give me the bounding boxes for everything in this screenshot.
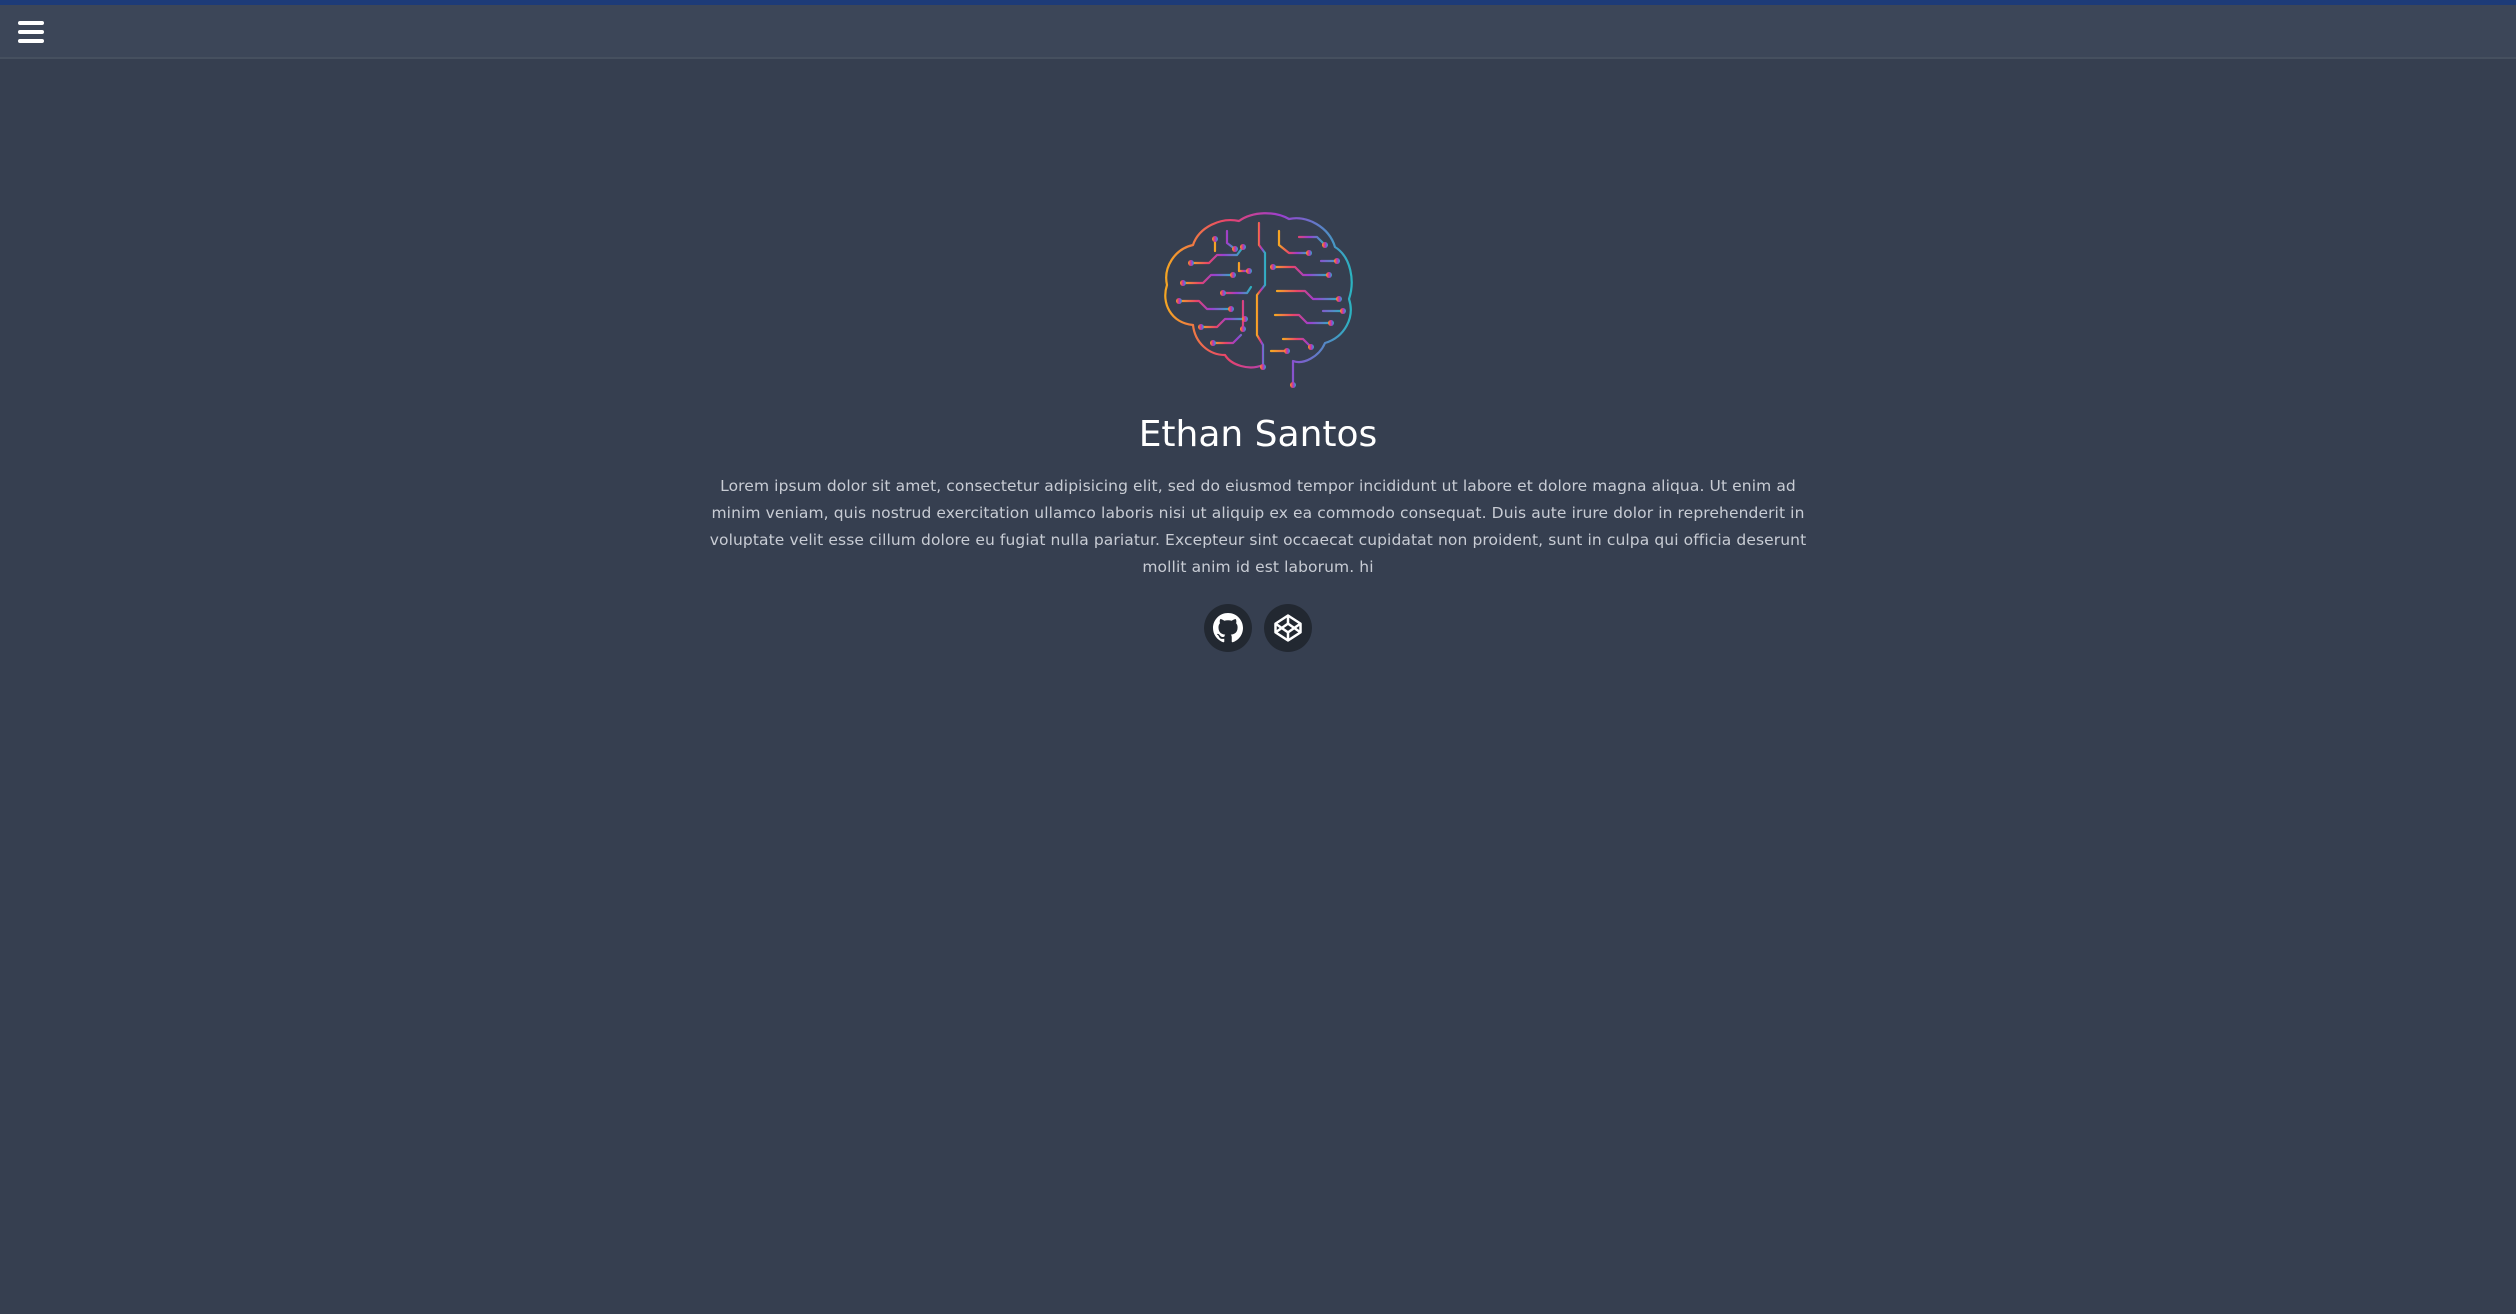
profile-name: Ethan Santos	[1138, 414, 1378, 455]
profile-section: Ethan Santos Lorem ipsum dolor sit amet,…	[0, 205, 2516, 652]
top-navigation-bar	[0, 5, 2516, 59]
codepen-icon	[1274, 614, 1302, 642]
codepen-button[interactable]	[1264, 604, 1312, 652]
profile-bio: Lorem ipsum dolor sit amet, consectetur …	[709, 477, 1807, 576]
github-button[interactable]	[1204, 604, 1252, 652]
github-icon	[1213, 613, 1243, 643]
menu-line	[18, 30, 44, 34]
menu-line	[18, 21, 44, 25]
hamburger-menu-icon[interactable]	[14, 18, 50, 46]
menu-line	[18, 39, 44, 43]
circuit-brain-icon	[1164, 212, 1353, 388]
social-links	[0, 604, 2516, 652]
